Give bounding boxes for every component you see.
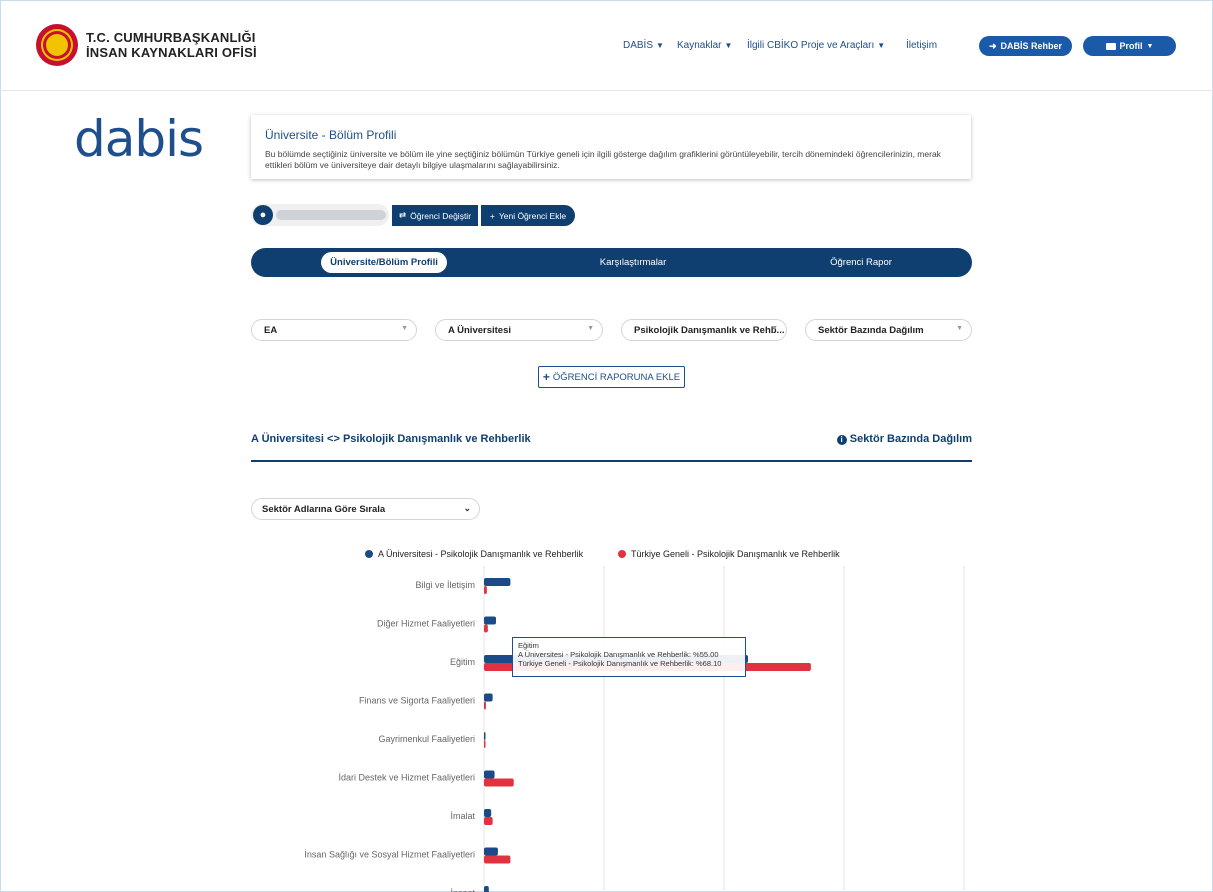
- dabis-logo[interactable]: dabis: [74, 110, 204, 168]
- section-indicator: i Sektör Bazında Dağılım: [836, 433, 972, 445]
- intro-title: Üniversite - Bölüm Profili: [265, 128, 397, 142]
- university-select[interactable]: A Üniversitesi ▼: [435, 319, 603, 341]
- bar-series1[interactable]: [484, 770, 495, 779]
- legend-label-series1: A Üniversitesi - Psikolojik Danışmanlık …: [378, 549, 584, 559]
- indicator-select[interactable]: Sektör Bazında Dağılım ▼: [805, 319, 972, 341]
- bar-series1[interactable]: [484, 693, 493, 702]
- tooltip-line1: A Üniversitesi - Psikolojik Danışmanlık …: [518, 650, 719, 659]
- caret-down-icon: ▼: [1146, 42, 1154, 50]
- sort-select[interactable]: Sektör Adlarına Göre Sırala ⌄: [251, 498, 480, 520]
- chart-tooltip: Eğitim A Üniversitesi - Psikolojik Danış…: [512, 637, 746, 677]
- category-tick-label: Gayrimenkul Faaliyetleri: [378, 734, 475, 744]
- intro-card: Üniversite - Bölüm Profili Bu bölümde se…: [251, 115, 971, 179]
- score-type-select[interactable]: EA ▼: [251, 319, 417, 341]
- caret-down-icon: ▼: [877, 41, 886, 50]
- state-emblem-logo[interactable]: [36, 24, 78, 66]
- bar-series2[interactable]: [484, 586, 487, 594]
- chevron-down-icon: ⌄: [463, 503, 471, 513]
- bar-series2[interactable]: [484, 778, 514, 787]
- bar-series1[interactable]: [484, 809, 492, 817]
- nav-iletisim-label: İletişim: [906, 40, 938, 51]
- nav-cbiko[interactable]: İlgili CBİKO Proje ve Araçları ▼: [747, 40, 885, 51]
- profile-label: Profil: [1119, 41, 1143, 51]
- add-student-button[interactable]: + Yeni Öğrenci Ekle: [481, 205, 575, 226]
- section-department: Psikolojik Danışmanlık ve Rehberlik: [342, 433, 531, 445]
- chevron-down-icon: ▼: [401, 325, 408, 332]
- department-select[interactable]: Psikolojik Danışmanlık ve Rehb... ▼: [621, 319, 787, 341]
- exchange-icon: ⇄: [398, 210, 407, 220]
- legend-item-series2[interactable]: Türkiye Geneli - Psikolojik Danışmanlık …: [618, 549, 840, 559]
- section-indicator-label: Sektör Bazında Dağılım: [849, 433, 972, 445]
- indicator-value: Sektör Bazında Dağılım: [818, 324, 924, 336]
- student-name-blurred: [276, 210, 386, 220]
- org-name-line1: T.C. CUMHURBAŞKANLIĞI: [86, 30, 256, 45]
- change-student-button[interactable]: ⇄ Öğrenci Değiştir: [392, 205, 478, 226]
- chevron-down-icon: ▼: [771, 325, 778, 332]
- org-name-line2: İNSAN KAYNAKLARI OFİSİ: [86, 45, 257, 60]
- change-student-label: Öğrenci Değiştir: [410, 210, 472, 221]
- nav-kaynaklar-label: Kaynaklar: [677, 40, 722, 51]
- id-card-icon: [1105, 42, 1116, 50]
- user-avatar-icon: ●: [253, 205, 273, 225]
- dabis-rehber-button[interactable]: ➜ DABİS Rehber: [979, 36, 1072, 56]
- legend-item-series1[interactable]: A Üniversitesi - Psikolojik Danışmanlık …: [365, 549, 583, 559]
- chevron-down-icon: ▼: [956, 325, 963, 332]
- caret-down-icon: ▼: [724, 41, 733, 50]
- section-university: A Üniversitesi: [251, 433, 324, 445]
- profile-button[interactable]: Profil ▼: [1083, 36, 1176, 56]
- category-tick-label: İdari Destek ve Hizmet Faaliyetleri: [338, 773, 475, 783]
- bar-series1[interactable]: [484, 578, 511, 586]
- add-student-label: Yeni Öğrenci Ekle: [498, 210, 567, 221]
- sign-in-icon: ➜: [988, 40, 997, 51]
- bar-series1[interactable]: [484, 616, 496, 625]
- info-circle-icon: i: [836, 435, 847, 445]
- nav-dabis[interactable]: DABİS ▼: [623, 40, 664, 51]
- university-value: A Üniversitesi: [448, 324, 512, 336]
- category-tick-label: İnşaat: [450, 888, 475, 892]
- tab-ogrenci-rapor[interactable]: Öğrenci Rapor: [788, 248, 934, 277]
- score-type-value: EA: [264, 324, 278, 336]
- sector-distribution-chart: Bilgi ve İletişim Diğer Hizmet Faaliyetle…: [304, 566, 965, 892]
- bar-series2[interactable]: [484, 701, 486, 710]
- tooltip-line2: Türkiye Geneli - Psikolojik Danışmanlık …: [518, 659, 722, 668]
- dabis-rehber-label: DABİS Rehber: [1000, 41, 1063, 51]
- bar-series2[interactable]: [484, 740, 486, 748]
- nav-iletisim[interactable]: İletişim: [906, 40, 937, 51]
- tab-universite-bolum-profili[interactable]: Üniversite/Bölüm Profili: [321, 252, 447, 273]
- tooltip-title: Eğitim: [518, 641, 539, 650]
- tab-karsilastirmalar[interactable]: Karşılaştırmalar: [560, 248, 706, 277]
- category-tick-label: Diğer Hizmet Faaliyetleri: [377, 619, 475, 629]
- caret-down-icon: ▼: [656, 41, 664, 50]
- category-tick-label: İmalat: [450, 811, 475, 821]
- intro-description: Bu bölümde seçtiğiniz üniversite ve bölü…: [265, 149, 941, 170]
- sort-select-value: Sektör Adlarına Göre Sırala: [262, 503, 386, 515]
- legend-dot-icon: [365, 550, 373, 558]
- bar-series1[interactable]: [484, 732, 486, 740]
- section-divider: [251, 460, 972, 462]
- section-title: A Üniversitesi <> Psikolojik Danışmanlık…: [251, 433, 531, 445]
- legend-dot-icon: [618, 550, 626, 558]
- bar-series1[interactable]: [484, 847, 498, 856]
- nav-dabis-label: DABİS: [623, 40, 654, 51]
- bar-series1[interactable]: [484, 886, 489, 892]
- category-tick-label: İnsan Sağlığı ve Sosyal Hizmet Faaliyetl…: [304, 850, 475, 860]
- top-header: T.C. CUMHURBAŞKANLIĞI İNSAN KAYNAKLARI O…: [0, 0, 1213, 91]
- code-brackets-icon: <>: [327, 433, 340, 445]
- legend-label-series2: Türkiye Geneli - Psikolojik Danışmanlık …: [631, 549, 840, 559]
- add-report-label: ÖĞRENCİ RAPORUNA EKLE: [552, 371, 681, 383]
- chevron-down-icon: ▼: [587, 325, 594, 332]
- category-tick-label: Eğitim: [450, 657, 475, 667]
- plus-icon: +: [542, 370, 550, 384]
- nav-kaynaklar[interactable]: Kaynaklar ▼: [677, 40, 732, 51]
- nav-cbiko-label: İlgili CBİKO Proje ve Araçları: [747, 40, 875, 51]
- user-plus-icon: +: [489, 210, 495, 221]
- category-tick-label: Finans ve Sigorta Faaliyetleri: [359, 696, 475, 706]
- bar-series2[interactable]: [484, 855, 511, 864]
- category-tick-label: Bilgi ve İletişim: [415, 580, 475, 590]
- department-value: Psikolojik Danışmanlık ve Rehb...: [634, 324, 785, 336]
- add-to-student-report-button[interactable]: + ÖĞRENCİ RAPORUNA EKLE: [538, 366, 685, 388]
- bar-series2[interactable]: [484, 817, 493, 825]
- bar-series2[interactable]: [484, 624, 488, 633]
